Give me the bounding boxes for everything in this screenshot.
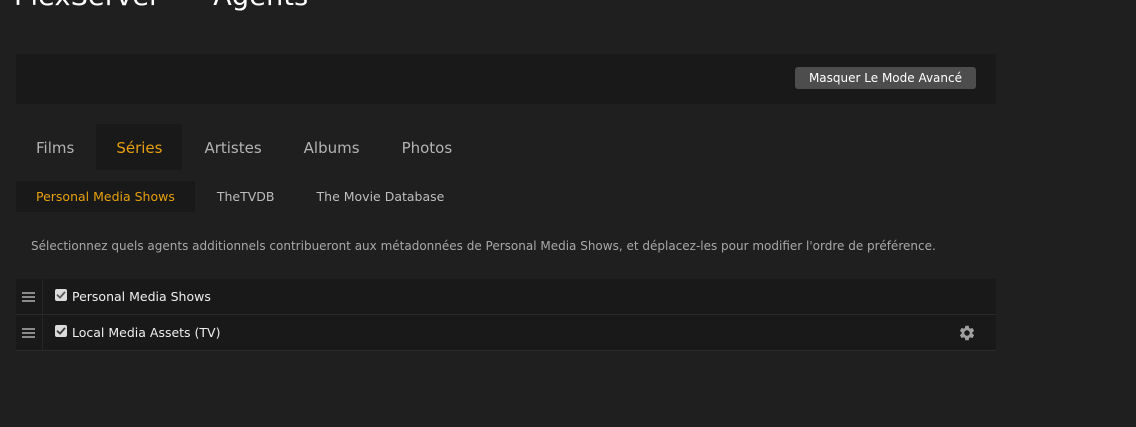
agent-row: Local Media Assets (TV)	[16, 315, 996, 351]
tab-films[interactable]: Films	[16, 124, 94, 170]
agent-label: Personal Media Shows	[72, 289, 211, 304]
section-name: Agents	[213, 0, 308, 12]
agents-description: Sélectionnez quels agents additionnels c…	[31, 239, 936, 253]
subtab-the-movie-database[interactable]: The Movie Database	[297, 181, 465, 212]
tab-series[interactable]: Séries	[96, 124, 183, 170]
tab-artistes[interactable]: Artistes	[184, 124, 281, 170]
agent-tabs: Personal Media Shows TheTVDB The Movie D…	[16, 181, 466, 212]
hide-advanced-mode-button[interactable]: Masquer Le Mode Avancé	[794, 67, 976, 89]
gear-icon[interactable]	[958, 324, 976, 342]
checkmark-icon	[56, 327, 66, 335]
agent-row: Personal Media Shows	[16, 279, 996, 315]
row-divider	[42, 315, 43, 350]
drag-handle-icon[interactable]	[22, 315, 38, 350]
row-divider	[42, 279, 43, 314]
toolbar: Masquer Le Mode Avancé	[16, 54, 996, 104]
subtab-personal-media-shows[interactable]: Personal Media Shows	[16, 181, 195, 212]
agent-checkbox-personal-media-shows[interactable]	[55, 289, 67, 301]
media-type-tabs: Films Séries Artistes Albums Photos	[16, 124, 474, 170]
page-title: PlexServer · Agents	[14, 0, 308, 12]
server-name: PlexServer	[14, 0, 160, 12]
agent-list: Personal Media Shows Local Media Assets …	[16, 279, 996, 351]
agent-checkbox-local-media-assets[interactable]	[55, 325, 67, 337]
tab-photos[interactable]: Photos	[382, 124, 473, 170]
subtab-thetvdb[interactable]: TheTVDB	[197, 181, 295, 212]
drag-handle-icon[interactable]	[22, 279, 38, 314]
tab-albums[interactable]: Albums	[284, 124, 380, 170]
checkmark-icon	[56, 291, 66, 299]
agent-label: Local Media Assets (TV)	[72, 325, 221, 340]
title-separator: ·	[182, 0, 191, 12]
